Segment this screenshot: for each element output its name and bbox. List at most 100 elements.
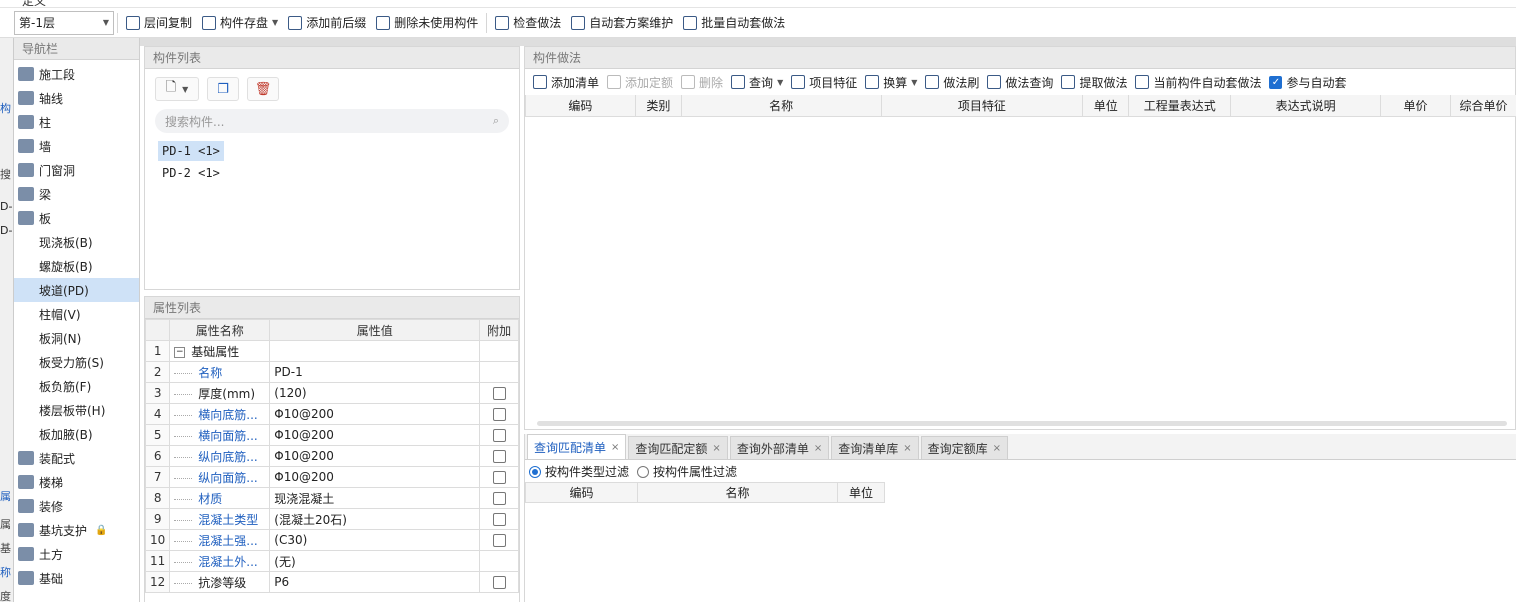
query-button[interactable]: 查询 ▼ bbox=[727, 69, 787, 95]
copy-component-button[interactable]: ❐ bbox=[207, 77, 239, 101]
filter-by-attribute-radio[interactable]: 按构件属性过滤 bbox=[637, 463, 737, 480]
nav-item[interactable]: 柱 bbox=[14, 110, 139, 134]
close-icon[interactable]: × bbox=[903, 443, 911, 454]
add-quota-button[interactable]: 添加定额 bbox=[603, 69, 677, 95]
property-row[interactable]: 6 纵向底筋... Φ10@200 bbox=[144, 445, 519, 467]
extra-checkbox[interactable] bbox=[492, 576, 506, 589]
property-value[interactable]: P6 bbox=[269, 571, 481, 593]
property-value[interactable]: PD-1 bbox=[269, 361, 481, 383]
nav-item[interactable]: 土方 bbox=[14, 542, 139, 566]
column-header[interactable]: 单价 bbox=[1380, 95, 1451, 117]
property-value[interactable] bbox=[269, 340, 481, 362]
nav-item[interactable]: 轴线 bbox=[14, 86, 139, 110]
property-value[interactable]: (无) bbox=[269, 550, 481, 572]
property-row[interactable]: 8 材质 现浇混凝土 bbox=[144, 487, 519, 509]
horizontal-scrollbar[interactable] bbox=[537, 421, 1507, 426]
extra-checkbox[interactable] bbox=[492, 492, 506, 505]
check-method-button[interactable]: 检查做法 bbox=[490, 10, 566, 36]
auto-scheme-button[interactable]: 自动套方案维护 bbox=[566, 10, 678, 36]
copy-floor-button[interactable]: 层间复制 bbox=[121, 10, 197, 36]
nav-item[interactable]: 门窗洞 bbox=[14, 158, 139, 182]
auto-current-button[interactable]: 当前构件自动套做法 bbox=[1131, 69, 1265, 95]
new-component-button[interactable]: 🗋 ▼ bbox=[155, 77, 199, 101]
extra-checkbox[interactable] bbox=[492, 429, 506, 442]
delete-unused-button[interactable]: 删除未使用构件 bbox=[371, 10, 483, 36]
property-value[interactable]: 现浇混凝土 bbox=[269, 487, 481, 509]
query-tab[interactable]: 查询匹配清单 × bbox=[527, 434, 627, 459]
column-header[interactable]: 工程量表达式 bbox=[1128, 95, 1232, 117]
property-row[interactable]: 7 纵向面筋... Φ10@200 bbox=[144, 466, 519, 488]
close-icon[interactable]: × bbox=[814, 443, 822, 454]
extra-checkbox[interactable] bbox=[492, 408, 506, 421]
property-value[interactable]: (C30) bbox=[269, 529, 481, 551]
query-tab[interactable]: 查询定额库 × bbox=[920, 436, 1009, 459]
nav-item[interactable]: 板 bbox=[14, 206, 139, 230]
column-header[interactable]: 名称 bbox=[680, 95, 882, 117]
method-query-button[interactable]: 做法查询 bbox=[983, 69, 1057, 95]
delete-component-button[interactable]: 🗑 bbox=[247, 77, 279, 101]
nav-item[interactable]: 楼梯 bbox=[14, 470, 139, 494]
property-row[interactable]: 5 横向面筋... Φ10@200 bbox=[144, 424, 519, 446]
feature-button[interactable]: 项目特征 bbox=[787, 69, 861, 95]
add-list-button[interactable]: 添加清单 bbox=[529, 69, 603, 95]
extract-button[interactable]: 提取做法 bbox=[1057, 69, 1131, 95]
property-value[interactable]: (混凝土20石) bbox=[269, 508, 481, 530]
component-item[interactable]: PD-1 <1> bbox=[158, 141, 224, 161]
nav-item[interactable]: 装配式 bbox=[14, 446, 139, 470]
batch-auto-button[interactable]: 批量自动套做法 bbox=[678, 10, 790, 36]
component-item[interactable]: PD-2 <1> bbox=[158, 163, 224, 183]
nav-item[interactable]: 基础 bbox=[14, 566, 139, 590]
nav-item[interactable]: 柱帽(V) bbox=[14, 302, 139, 326]
collapse-icon[interactable]: − bbox=[174, 346, 186, 358]
nav-item[interactable]: 梁 bbox=[14, 182, 139, 206]
query-tab[interactable]: 查询匹配定额 × bbox=[628, 436, 728, 459]
floor-select[interactable]: 第-1层 ▼ bbox=[14, 10, 114, 35]
extra-checkbox[interactable] bbox=[492, 471, 506, 484]
extra-checkbox[interactable] bbox=[492, 450, 506, 463]
nav-item[interactable]: 板负筋(F) bbox=[14, 374, 139, 398]
close-icon[interactable]: × bbox=[993, 443, 1001, 454]
fx-button[interactable]: 换算 ▼ bbox=[861, 69, 921, 95]
nav-item[interactable]: 楼层板带(H) bbox=[14, 398, 139, 422]
close-icon[interactable]: × bbox=[712, 443, 720, 454]
auto-apply-checkbox[interactable]: ✓ 参与自动套 bbox=[1265, 69, 1350, 95]
component-search-input[interactable]: 搜索构件... ⌕ bbox=[155, 109, 509, 133]
brush-button[interactable]: 做法刷 bbox=[921, 69, 983, 95]
column-header[interactable]: 编码 bbox=[525, 95, 636, 117]
query-tab[interactable]: 查询清单库 × bbox=[831, 436, 919, 459]
property-value[interactable]: Φ10@200 bbox=[269, 424, 481, 446]
add-prefix-button[interactable]: 添加前后缀 bbox=[283, 10, 371, 36]
column-header[interactable]: 类别 bbox=[634, 95, 682, 117]
property-row[interactable]: 10 混凝土强... (C30) bbox=[144, 529, 519, 551]
property-row[interactable]: 1− 基础属性 bbox=[144, 340, 519, 362]
column-header[interactable]: 综合单价 bbox=[1449, 95, 1516, 117]
save-component-button[interactable]: 构件存盘 ▼ bbox=[197, 10, 283, 36]
column-header[interactable]: 表达式说明 bbox=[1230, 95, 1382, 117]
delete-button[interactable]: 删除 bbox=[677, 69, 727, 95]
nav-item[interactable]: 基坑支护 🔒 bbox=[14, 518, 139, 542]
property-value[interactable]: (120) bbox=[269, 382, 481, 404]
query-tab[interactable]: 查询外部清单 × bbox=[729, 436, 830, 459]
extra-checkbox[interactable] bbox=[492, 513, 506, 526]
nav-item[interactable]: 螺旋板(B) bbox=[14, 254, 139, 278]
property-row[interactable]: 2 名称 PD-1 bbox=[144, 361, 519, 383]
property-row[interactable]: 9 混凝土类型 (混凝土20石) bbox=[144, 508, 519, 530]
property-row[interactable]: 12 抗渗等级 P6 bbox=[144, 571, 519, 593]
column-header[interactable]: 单位 bbox=[1082, 95, 1130, 117]
filter-by-type-radio[interactable]: 按构件类型过滤 bbox=[529, 463, 629, 480]
nav-item[interactable]: 板加腋(B) bbox=[14, 422, 139, 446]
property-value[interactable]: Φ10@200 bbox=[269, 445, 481, 467]
property-value[interactable]: Φ10@200 bbox=[269, 466, 481, 488]
nav-item[interactable]: 板受力筋(S) bbox=[14, 350, 139, 374]
column-header[interactable]: 项目特征 bbox=[880, 95, 1084, 117]
nav-item[interactable]: 墙 bbox=[14, 134, 139, 158]
property-row[interactable]: 3 厚度(mm) (120) bbox=[144, 382, 519, 404]
nav-item[interactable]: 装修 bbox=[14, 494, 139, 518]
extra-checkbox[interactable] bbox=[492, 534, 506, 547]
extra-checkbox[interactable] bbox=[492, 387, 506, 400]
nav-item[interactable]: 现浇板(B) bbox=[14, 230, 139, 254]
close-icon[interactable]: × bbox=[611, 442, 619, 453]
property-row[interactable]: 11 混凝土外... (无) bbox=[144, 550, 519, 572]
nav-item[interactable]: 板洞(N) bbox=[14, 326, 139, 350]
nav-item[interactable]: 施工段 bbox=[14, 62, 139, 86]
